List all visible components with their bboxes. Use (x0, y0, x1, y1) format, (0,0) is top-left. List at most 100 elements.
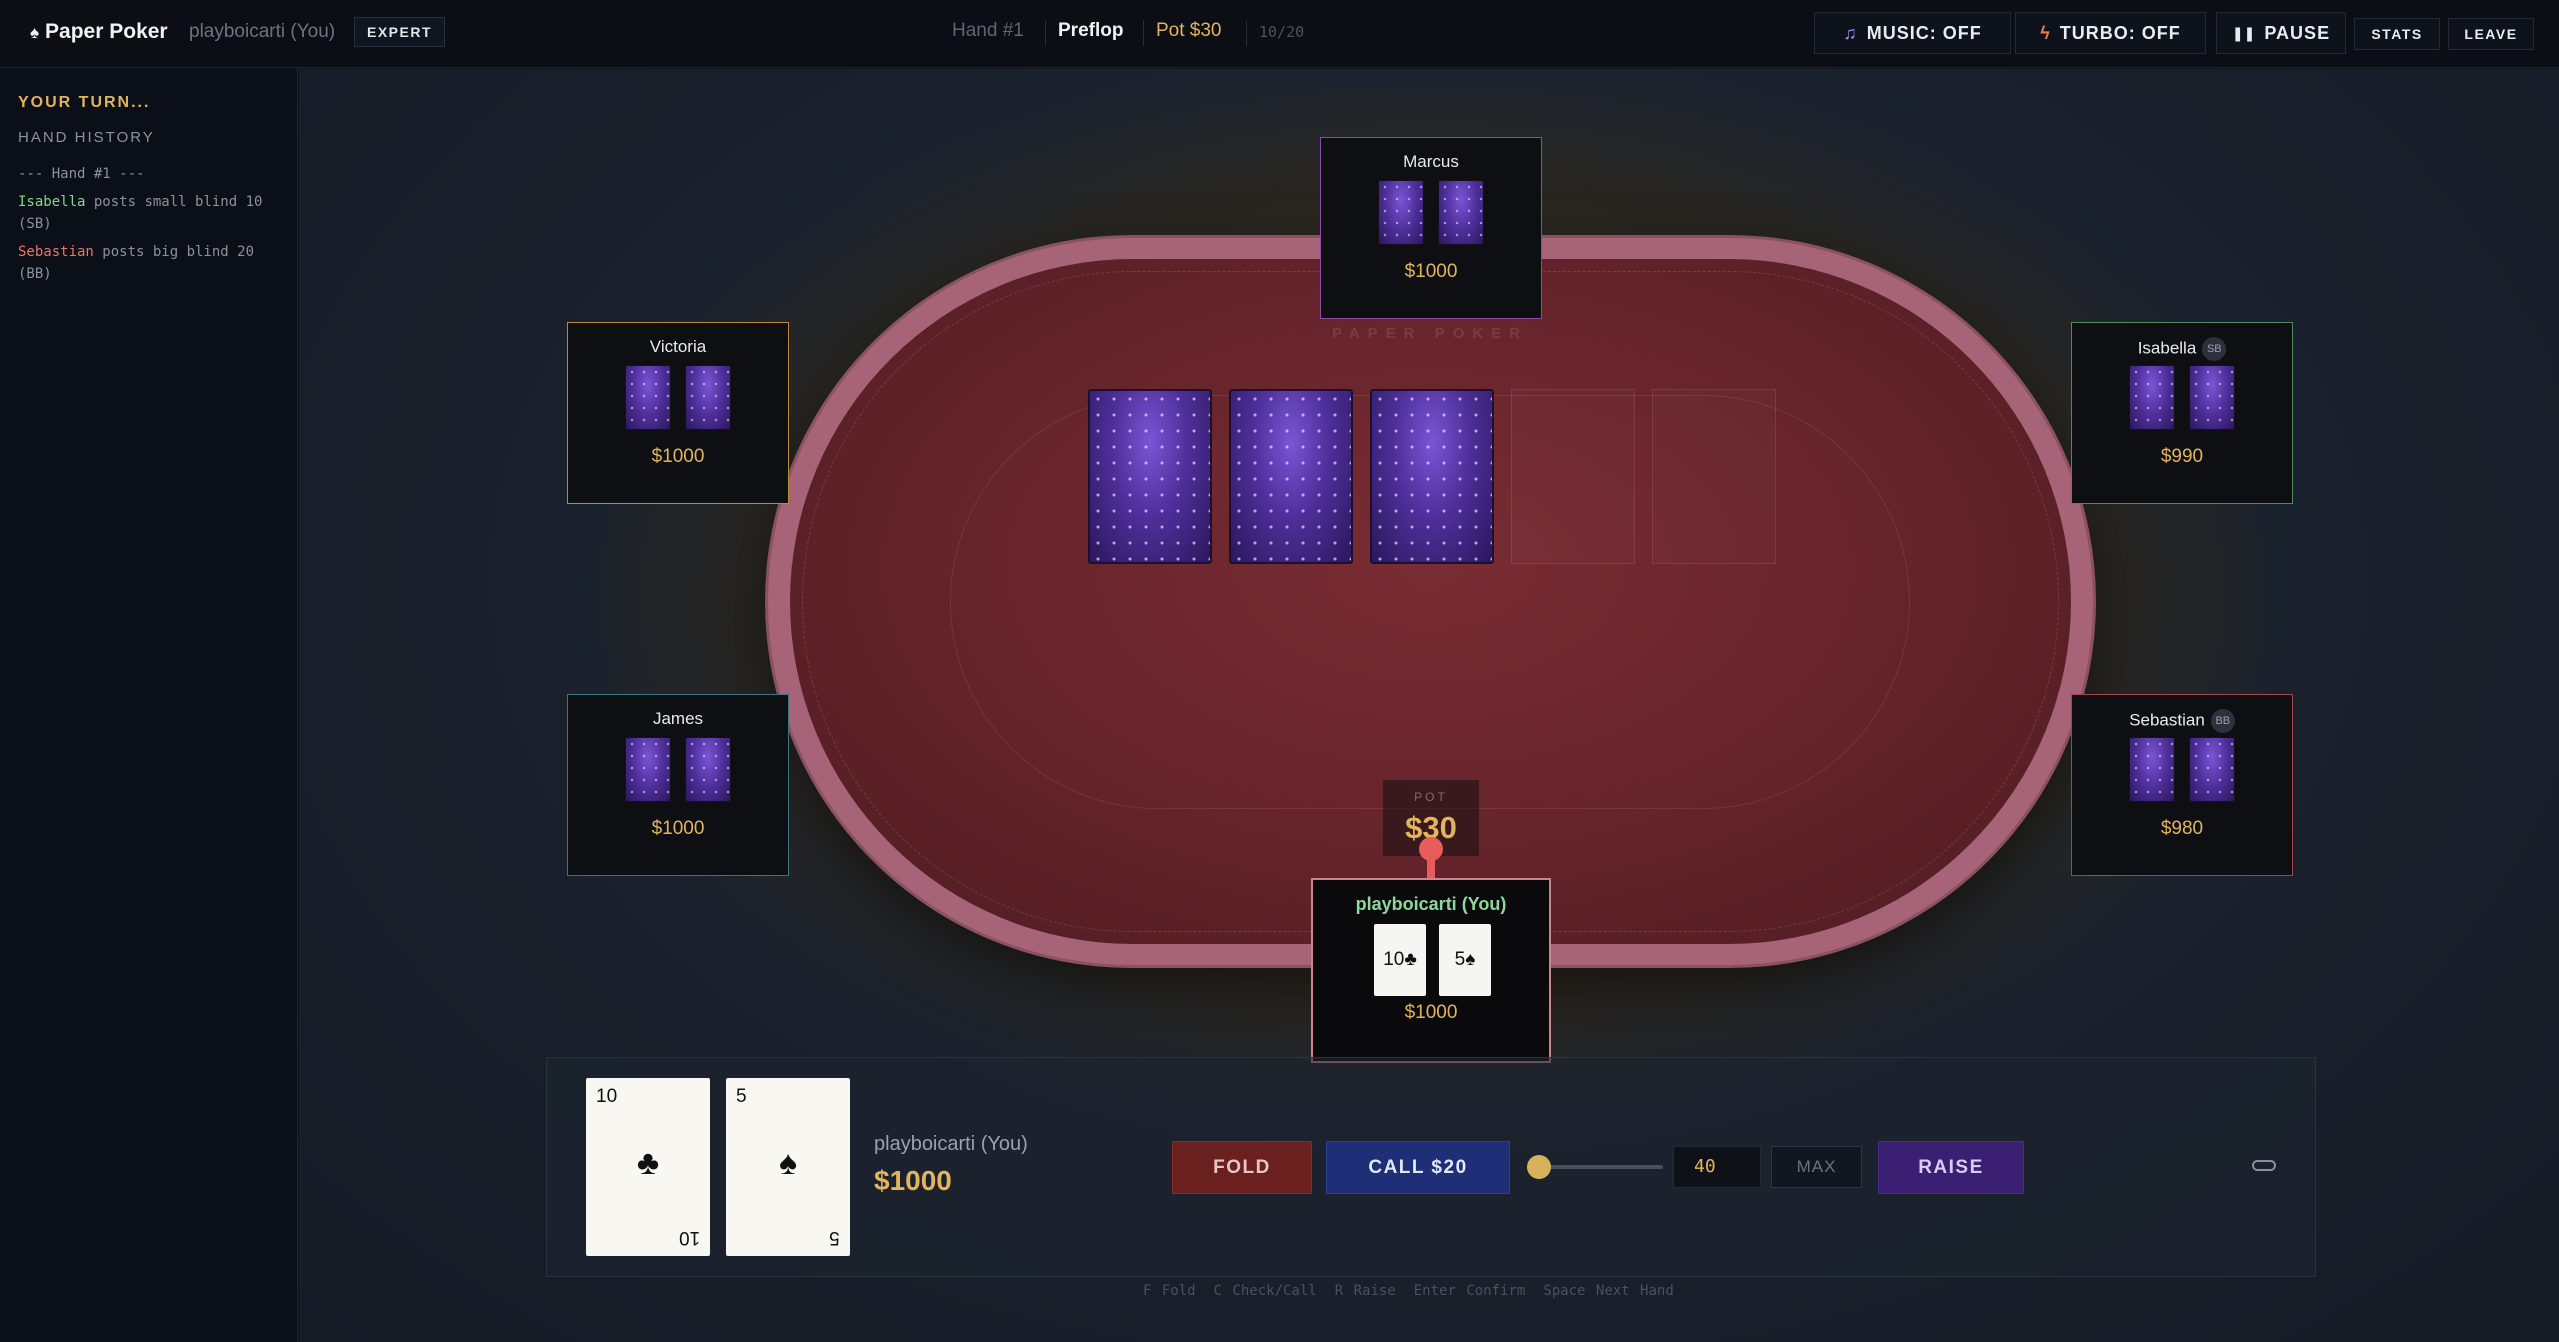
panel-player-name: playboicarti (You) (874, 1133, 1028, 1155)
hole-card-back (2189, 737, 2235, 802)
hero-hole-card: 5♠ (1439, 924, 1491, 996)
shortcut-hint: R Raise (1334, 1283, 1396, 1299)
raise-amount-input[interactable]: 40 (1673, 1146, 1761, 1188)
turbo-label: TURBO: OFF (2059, 22, 2181, 43)
pot-caption: POT (1414, 790, 1448, 804)
seat-name-text: Sebastian (2129, 710, 2205, 730)
log-entry: Sebastian posts big blind 20 (BB) (18, 241, 288, 285)
seat-name: Victoria (649, 337, 707, 356)
max-button[interactable]: MAX (1771, 1146, 1862, 1188)
seat-sebastian: Sebastian BB $980 (2071, 694, 2293, 876)
keyboard-shortcuts: F Fold C Check/Call R Raise Enter Confirm Sp… (1143, 1283, 1692, 1299)
seat-name-text: Isabella (2137, 338, 2197, 358)
seat-name: Isabella SB (2072, 337, 2292, 361)
hole-card-back (1378, 180, 1424, 245)
seat-stack: $1000 (651, 818, 705, 839)
fold-button[interactable]: FOLD (1172, 1141, 1312, 1194)
shortcut-hint: Enter Confirm (1413, 1283, 1526, 1299)
shortcut-hint: C Check/Call (1213, 1283, 1317, 1299)
seat-name: James (652, 709, 704, 728)
community-card-slot-turn (1511, 389, 1635, 564)
card-rank: 5 (736, 1086, 747, 1107)
blinds-label: 10/20 (1259, 23, 1305, 41)
call-button[interactable]: CALL $20 (1326, 1141, 1510, 1194)
hand-number: Hand #1 (952, 20, 1024, 41)
log-entry: --- Hand #1 --- (18, 163, 288, 185)
divider (1143, 20, 1144, 46)
bolt-icon: ϟ (2040, 22, 2051, 43)
player-card-2: 5 ♠ 5 (726, 1078, 850, 1256)
turn-status: YOUR TURN... (18, 94, 151, 111)
hole-card-back (625, 365, 671, 430)
seat-stack: $990 (2160, 446, 2204, 467)
hole-card-back (2129, 737, 2175, 802)
log-entry: Isabella posts small blind 10 (SB) (18, 191, 288, 235)
seat-stack: $1000 (1404, 261, 1458, 282)
log-text: --- Hand #1 --- (18, 166, 145, 182)
player-card-1: 10 ♣ 10 (586, 1078, 710, 1256)
spade-icon: ♠ (30, 23, 40, 42)
pot-label: Pot $30 (1156, 20, 1222, 41)
divider (1045, 20, 1046, 46)
card-rank: 5 (829, 1227, 840, 1248)
brand: ♠ Paper Poker (30, 20, 168, 44)
seat-victoria: Victoria $1000 (567, 322, 789, 504)
seat-marcus: Marcus $1000 (1320, 137, 1542, 319)
chat-toggle-icon[interactable] (2252, 1160, 2276, 1171)
hole-card-back (685, 365, 731, 430)
raise-slider-handle[interactable] (1527, 1155, 1551, 1179)
small-blind-badge: SB (2202, 337, 2227, 361)
music-toggle-button[interactable]: ♫ MUSIC: OFF (1814, 12, 2011, 54)
hole-card-back (1438, 180, 1484, 245)
hero-name: playboicarti (You) (1355, 894, 1507, 914)
music-note-icon: ♫ (1843, 22, 1858, 43)
felt-logo-text: PAPER POKER (1331, 325, 1529, 342)
difficulty-badge: EXPERT (354, 17, 445, 47)
sidebar: YOUR TURN... HAND HISTORY --- Hand #1 --… (0, 68, 298, 1342)
seat-stack: $1000 (651, 446, 705, 467)
music-label: MUSIC: OFF (1866, 22, 1982, 43)
seat-isabella: Isabella SB $990 (2071, 322, 2293, 504)
panel-player-stack: $1000 (874, 1165, 952, 1196)
brand-name: Paper Poker (45, 20, 168, 43)
shortcut-hint: F Fold (1143, 1283, 1196, 1299)
phase-label: Preflop (1058, 20, 1124, 41)
pause-label: PAUSE (2264, 22, 2331, 43)
community-card-slot-river (1652, 389, 1776, 564)
seat-stack: $980 (2160, 818, 2204, 839)
hero-stack: $1000 (1404, 1002, 1458, 1023)
divider (1246, 20, 1247, 46)
hand-history-log: --- Hand #1 --- Isabella posts small bli… (18, 163, 288, 291)
hand-history-title: HAND HISTORY (18, 129, 155, 146)
log-player-name: Isabella (18, 194, 86, 210)
stats-button[interactable]: STATS (2354, 18, 2440, 50)
hero-hole-card: 10♣ (1374, 924, 1426, 996)
shortcut-hint: Space Next Hand (1543, 1283, 1674, 1299)
card-rank: 10 (678, 1227, 700, 1248)
leave-button[interactable]: LEAVE (2448, 18, 2534, 50)
seat-name: Sebastian BB (2072, 709, 2292, 733)
club-icon: ♣ (636, 1144, 660, 1182)
community-card-flop-2 (1229, 389, 1353, 564)
big-blind-badge: BB (2210, 709, 2235, 733)
spade-icon: ♠ (778, 1144, 798, 1182)
current-player-label: playboicarti (You) (189, 21, 336, 42)
hole-card-back (2129, 365, 2175, 430)
turn-pointer-icon (1419, 837, 1443, 861)
community-card-flop-3 (1370, 389, 1494, 564)
hole-card-back (2189, 365, 2235, 430)
card-rank: 10 (596, 1086, 618, 1107)
hole-card-back (625, 737, 671, 802)
top-bar: ♠ Paper Poker playboicarti (You) EXPERT H… (0, 0, 2559, 68)
turbo-toggle-button[interactable]: ϟ TURBO: OFF (2015, 12, 2206, 54)
hole-card-back (685, 737, 731, 802)
community-card-flop-1 (1088, 389, 1212, 564)
pause-icon: ❚❚ (2231, 24, 2256, 41)
log-player-name: Sebastian (18, 244, 94, 260)
seat-name: Marcus (1403, 152, 1459, 171)
raise-button[interactable]: RAISE (1878, 1141, 2024, 1194)
pause-button[interactable]: ❚❚ PAUSE (2216, 12, 2346, 54)
seat-hero: playboicarti (You) 10♣ 5♠ $1000 (1311, 878, 1551, 1063)
seat-james: James $1000 (567, 694, 789, 876)
raise-slider[interactable] (1539, 1165, 1663, 1169)
